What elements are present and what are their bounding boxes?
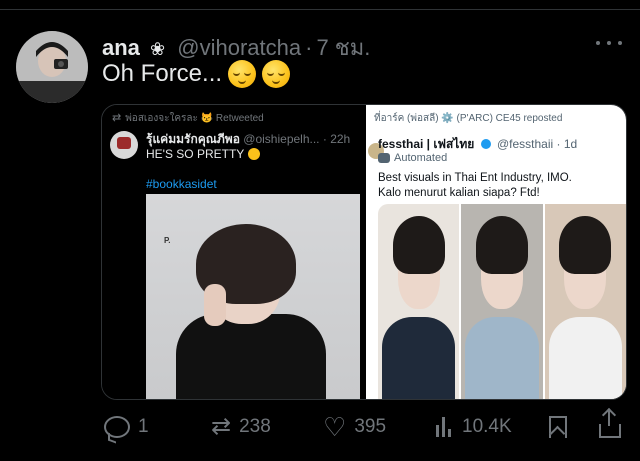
author-name[interactable]: ana — [102, 35, 140, 60]
tweet-text-content: Oh Force... — [102, 60, 223, 87]
fessthai-text-line: Best visuals in Thai Ent Industry, IMO. — [378, 172, 572, 184]
fessthai-handle: @fessthaii — [496, 137, 554, 151]
quoted-photo: P. — [146, 194, 360, 399]
photo-letter: P. — [164, 236, 171, 245]
separator-dot: · — [556, 137, 561, 151]
views-count: 10.4K — [462, 416, 512, 437]
bot-icon — [378, 153, 390, 163]
photo — [378, 204, 460, 399]
more-options-icon[interactable] — [596, 39, 622, 47]
like-count: 395 — [354, 416, 387, 437]
repost-line: ที่อาร์ค (พ่อสลี) ⚙️ (P'ARC) CE45 repost… — [374, 113, 563, 124]
like-button[interactable]: ♡ 395 — [323, 412, 386, 442]
quoted-author-avatar — [110, 131, 138, 159]
retweet-line: ⇄ พ่อสเองจะใครละ 😾 Retweeted — [112, 111, 264, 126]
quoted-text-content: HE'S SO PRETTY — [146, 147, 245, 161]
tweet-text: Oh Force... — [102, 60, 291, 88]
relieved-face-emoji — [228, 60, 257, 88]
top-divider — [0, 9, 640, 10]
emoji-icon — [248, 148, 261, 160]
automated-label: Automated — [378, 152, 447, 164]
retweet-icon: ⇄ — [112, 112, 122, 124]
media-attachment[interactable]: ⇄ พ่อสเองจะใครละ 😾 Retweeted รุ้แค่มมรักค… — [101, 104, 627, 400]
photo — [461, 204, 543, 399]
retweeter-name: พ่อสเองจะใครละ — [125, 113, 198, 124]
quoted-author-handle: @oishiepelh... — [243, 132, 320, 146]
retweet-count: 238 — [239, 416, 271, 437]
retweet-icon: ⇄ — [211, 413, 232, 440]
author-handle[interactable]: @vihoratcha — [177, 35, 301, 60]
views-button[interactable]: 10.4K — [436, 412, 512, 442]
share-icon — [599, 410, 621, 438]
relieved-face-emoji — [262, 60, 291, 88]
views-icon — [436, 417, 454, 437]
quoted-tweet-left[interactable]: ⇄ พ่อสเองจะใครละ 😾 Retweeted รุ้แค่มมรักค… — [102, 105, 366, 399]
reply-count: 1 — [138, 416, 149, 437]
bookmark-button[interactable] — [549, 412, 567, 442]
quoted-time: 22h — [330, 132, 351, 146]
reply-icon — [104, 416, 130, 438]
author-avatar[interactable] — [16, 31, 88, 103]
verified-badge-icon — [480, 139, 491, 149]
separator-dot: · — [305, 35, 313, 60]
fessthai-photos — [378, 204, 626, 399]
retweeted-label: Retweeted — [215, 113, 264, 124]
fessthai-text: Best visuals in Thai Ent Industry, IMO. … — [378, 171, 618, 201]
hashtag: #bookkasidet — [146, 177, 217, 191]
tweet-header: ana ❀ @vihoratcha · 7 ชม. — [102, 30, 620, 60]
quoted-author-name: รุ้แค่มมรักคุณภีพอ — [146, 132, 240, 146]
quoted-text: HE'S SO PRETTY — [146, 147, 261, 161]
tweet-actions: 1 ⇄ 238 ♡ 395 10.4K — [0, 410, 640, 442]
automated-text: Automated — [394, 152, 448, 164]
reply-button[interactable]: 1 — [104, 412, 149, 442]
fessthai-name: fessthai | เฟสไทย — [378, 137, 475, 151]
cat-emoji: 😾 — [197, 113, 216, 124]
retweet-button[interactable]: ⇄ 238 — [211, 412, 271, 442]
quoted-tweet-right[interactable]: ที่อาร์ค (พ่อสลี) ⚙️ (P'ARC) CE45 repost… — [366, 105, 626, 399]
heart-icon: ♡ — [323, 412, 347, 442]
fessthai-text-line: Kalo menurut kalian siapa? Ftd! — [378, 187, 540, 199]
separator-dot: · — [322, 132, 327, 146]
flower-icon: ❀ — [150, 39, 166, 59]
fessthai-time: 1d — [563, 137, 578, 151]
share-button[interactable] — [599, 410, 621, 442]
bookmark-icon — [549, 416, 567, 438]
photo — [544, 204, 626, 399]
tweet-time[interactable]: 7 ชม. — [316, 35, 370, 60]
